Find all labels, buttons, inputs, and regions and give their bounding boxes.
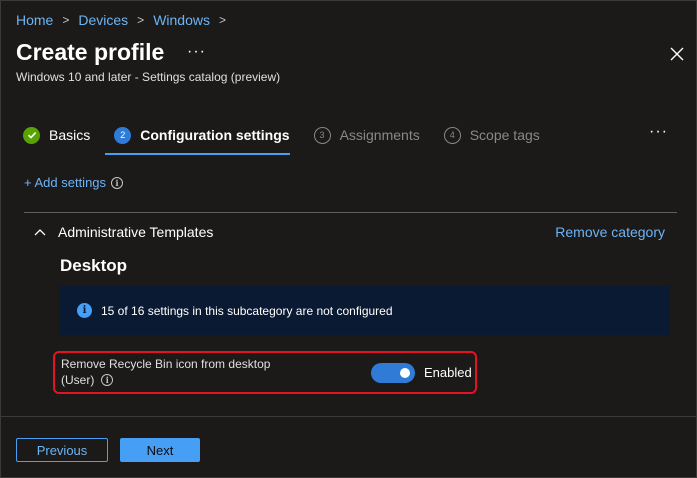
category-name: Administrative Templates	[58, 224, 214, 240]
info-icon[interactable]: i	[101, 374, 114, 386]
create-profile-panel: Home > Devices > Windows > Create profil…	[0, 0, 697, 478]
step-label: Scope tags	[469, 127, 540, 143]
more-options-button[interactable]: ···	[187, 43, 206, 61]
breadcrumb-devices[interactable]: Devices	[78, 12, 128, 28]
chevron-right-icon: >	[137, 13, 145, 27]
page-title: Create profile	[16, 39, 165, 65]
page-subtitle: Windows 10 and later - Settings catalog …	[16, 70, 281, 84]
toggle-state-label: Enabled	[424, 365, 472, 380]
step-label: Configuration settings	[140, 127, 290, 143]
step-label: Assignments	[339, 127, 420, 143]
info-icon: i	[77, 303, 92, 318]
checkmark-icon	[23, 126, 40, 144]
step-label: Basics	[49, 127, 91, 143]
breadcrumb-home[interactable]: Home	[16, 12, 53, 28]
step-number: 3	[313, 126, 331, 144]
close-button[interactable]	[666, 43, 688, 65]
step-scope-tags[interactable]: 4 Scope tags	[443, 121, 540, 149]
close-icon	[670, 47, 684, 61]
steps-more-button[interactable]: ···	[649, 123, 668, 141]
toggle-knob	[400, 368, 410, 378]
chevron-up-icon[interactable]	[34, 228, 46, 236]
category-header: Administrative Templates Remove category	[34, 222, 665, 242]
breadcrumb-windows[interactable]: Windows	[153, 12, 210, 28]
info-message: 15 of 16 settings in this subcategory ar…	[101, 303, 393, 318]
setting-row-remove-recycle-bin: Remove Recycle Bin icon from desktop (Us…	[53, 351, 477, 394]
footer-divider	[1, 416, 697, 417]
add-settings-link[interactable]: + Add settings i	[24, 175, 124, 190]
previous-button[interactable]: Previous	[16, 438, 108, 462]
setting-label: Remove Recycle Bin icon from desktop (Us…	[61, 356, 270, 388]
step-basics[interactable]: Basics	[23, 121, 90, 149]
add-settings-label: + Add settings	[24, 175, 107, 190]
info-icon[interactable]: i	[111, 176, 124, 189]
setting-label-line2: (User)	[61, 373, 95, 387]
chevron-right-icon: >	[62, 13, 70, 27]
setting-label-line1: Remove Recycle Bin icon from desktop	[61, 357, 271, 371]
enabled-toggle[interactable]	[371, 363, 415, 383]
step-configuration-settings[interactable]: 2 Configuration settings	[105, 121, 290, 155]
info-message-bar: i 15 of 16 settings in this subcategory …	[60, 286, 669, 335]
wizard-steps: Basics 2 Configuration settings 3 Assign…	[23, 121, 564, 155]
next-button[interactable]: Next	[120, 438, 200, 462]
step-number: 4	[443, 126, 461, 144]
step-assignments[interactable]: 3 Assignments	[313, 121, 420, 149]
step-number: 2	[114, 126, 132, 144]
remove-category-link[interactable]: Remove category	[555, 224, 665, 240]
subcategory-title: Desktop	[60, 256, 128, 275]
divider	[24, 212, 677, 213]
breadcrumb: Home > Devices > Windows >	[16, 12, 235, 28]
chevron-right-icon: >	[218, 13, 226, 27]
